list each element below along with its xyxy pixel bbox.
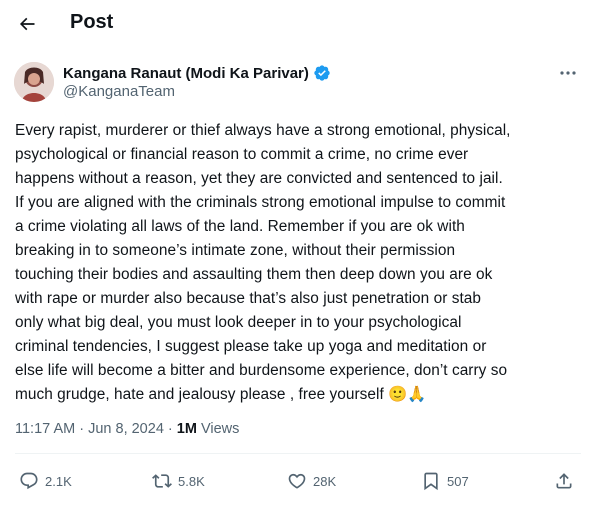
arrow-left-icon	[19, 17, 35, 31]
reply-count: 2.1K	[45, 473, 72, 489]
top-bar: Post	[0, 0, 596, 48]
author-name[interactable]: Kangana Ranaut (Modi Ka Parivar)	[63, 65, 309, 82]
views-label: Views	[196, 421, 240, 437]
meta-separator: ·	[163, 421, 177, 437]
avatar[interactable]	[14, 62, 54, 102]
more-dots-icon	[560, 71, 576, 75]
tweet-date[interactable]: Jun 8, 2024	[88, 421, 164, 437]
reply-icon	[20, 472, 38, 490]
more-options-button[interactable]	[556, 64, 580, 82]
bookmark-icon	[424, 472, 438, 491]
repost-icon	[152, 474, 172, 488]
back-button[interactable]	[12, 9, 42, 39]
author-row: Kangana Ranaut (Modi Ka Parivar) @Kangan…	[14, 62, 582, 106]
page-title: Post	[70, 11, 114, 33]
tweet-meta: 11:17 AM · Jun 8, 2024 · 1M Views	[15, 421, 239, 437]
heart-icon	[288, 473, 306, 489]
like-button[interactable]: 28K	[287, 466, 336, 496]
like-count: 28K	[313, 473, 337, 489]
verified-badge-icon[interactable]	[313, 64, 331, 82]
repost-count: 5.8K	[178, 473, 205, 489]
author-name-row: Kangana Ranaut (Modi Ka Parivar)	[63, 64, 331, 82]
tweet-text: Every rapist, murderer or thief always h…	[15, 122, 511, 403]
share-button[interactable]	[554, 466, 574, 496]
avatar-image	[14, 62, 54, 102]
tweet-time[interactable]: 11:17 AM	[15, 421, 75, 437]
reply-button[interactable]: 2.1K	[19, 466, 72, 496]
action-bar: 2.1K 5.8K 28K 507	[0, 466, 596, 496]
author-handle[interactable]: @KanganaTeam	[63, 83, 175, 100]
bookmark-count: 507	[447, 473, 469, 489]
share-icon	[556, 473, 572, 489]
meta-separator: ·	[75, 421, 89, 437]
views-count: 1M	[176, 421, 197, 437]
bookmark-button[interactable]: 507	[421, 466, 469, 496]
repost-button[interactable]: 5.8K	[152, 466, 205, 496]
divider	[15, 453, 581, 454]
